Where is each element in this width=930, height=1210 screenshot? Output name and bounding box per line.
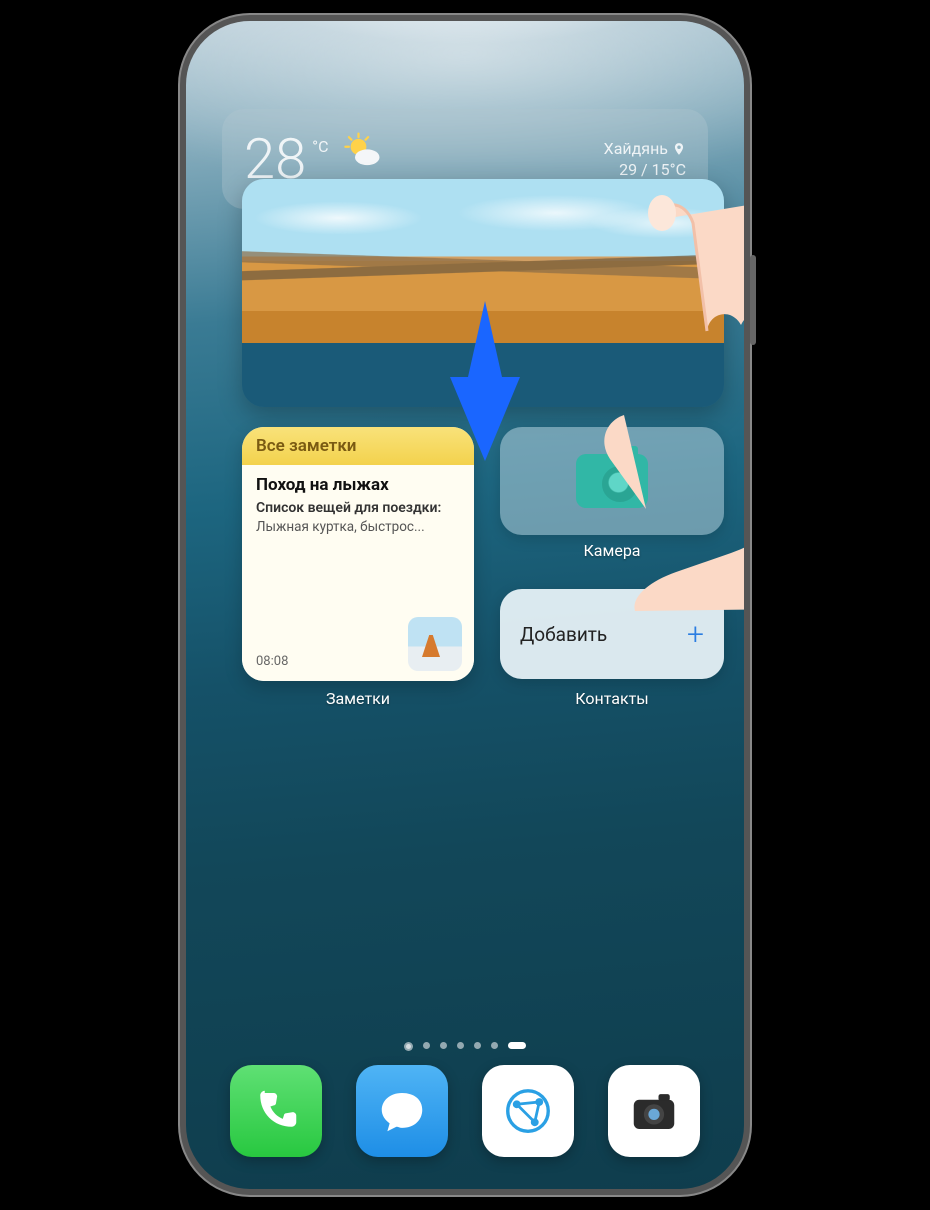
contacts-label: Контакты [500, 689, 724, 708]
chat-bubble-icon [375, 1084, 429, 1138]
location-name: Хайдянь [604, 139, 668, 158]
temperature-unit: °C [312, 137, 328, 156]
notes-widget[interactable]: Все заметки Поход на лыжах Список вещей … [242, 427, 474, 681]
camera-app[interactable] [608, 1065, 700, 1157]
page-dot-active[interactable] [508, 1042, 526, 1049]
partly-sunny-icon [341, 131, 383, 173]
note-thumbnail [408, 617, 462, 671]
page-dot[interactable] [440, 1042, 447, 1049]
phone-icon [249, 1084, 303, 1138]
skier-icon [422, 635, 440, 657]
camera-icon [627, 1084, 681, 1138]
gallery-sky [242, 193, 724, 243]
add-contact-label: Добавить [520, 623, 607, 646]
contacts-add-widget[interactable]: Добавить + [500, 589, 724, 679]
camera-widget[interactable] [500, 427, 724, 535]
camera-icon [576, 454, 648, 508]
camera-label: Камера [500, 541, 724, 560]
location-pin-icon [672, 142, 686, 156]
hi-lo-temp: 29 / 15°C [604, 160, 686, 179]
messages-app[interactable] [356, 1065, 448, 1157]
phone-frame: 28 °C Хайдянь 29 / [180, 15, 750, 1195]
page-dot[interactable] [423, 1042, 430, 1049]
page-dot[interactable] [474, 1042, 481, 1049]
browser-app[interactable] [482, 1065, 574, 1157]
note-time: 08:08 [256, 654, 288, 669]
notes-label: Заметки [242, 689, 474, 708]
home-screen[interactable]: 28 °C Хайдянь 29 / [186, 21, 744, 1189]
globe-network-icon [501, 1084, 555, 1138]
swipe-down-arrow-icon [450, 301, 520, 461]
side-button[interactable] [750, 255, 756, 345]
page-dot[interactable] [491, 1042, 498, 1049]
dock [220, 1061, 710, 1161]
page-dot-home[interactable] [404, 1042, 413, 1051]
notes-body: Поход на лыжах Список вещей для поездки:… [242, 465, 474, 681]
note-title: Поход на лыжах [256, 475, 460, 495]
page-dot[interactable] [457, 1042, 464, 1049]
phone-app[interactable] [230, 1065, 322, 1157]
notes-header: Все заметки [242, 427, 474, 465]
gallery-mountains [242, 243, 724, 289]
note-subtitle: Список вещей для поездки: [256, 499, 460, 517]
note-snippet: Лыжная куртка, быстрос... [256, 519, 460, 535]
weather-location-group: Хайдянь 29 / 15°C [604, 139, 686, 179]
plus-icon: + [687, 617, 704, 652]
page-indicator[interactable] [186, 1042, 744, 1051]
